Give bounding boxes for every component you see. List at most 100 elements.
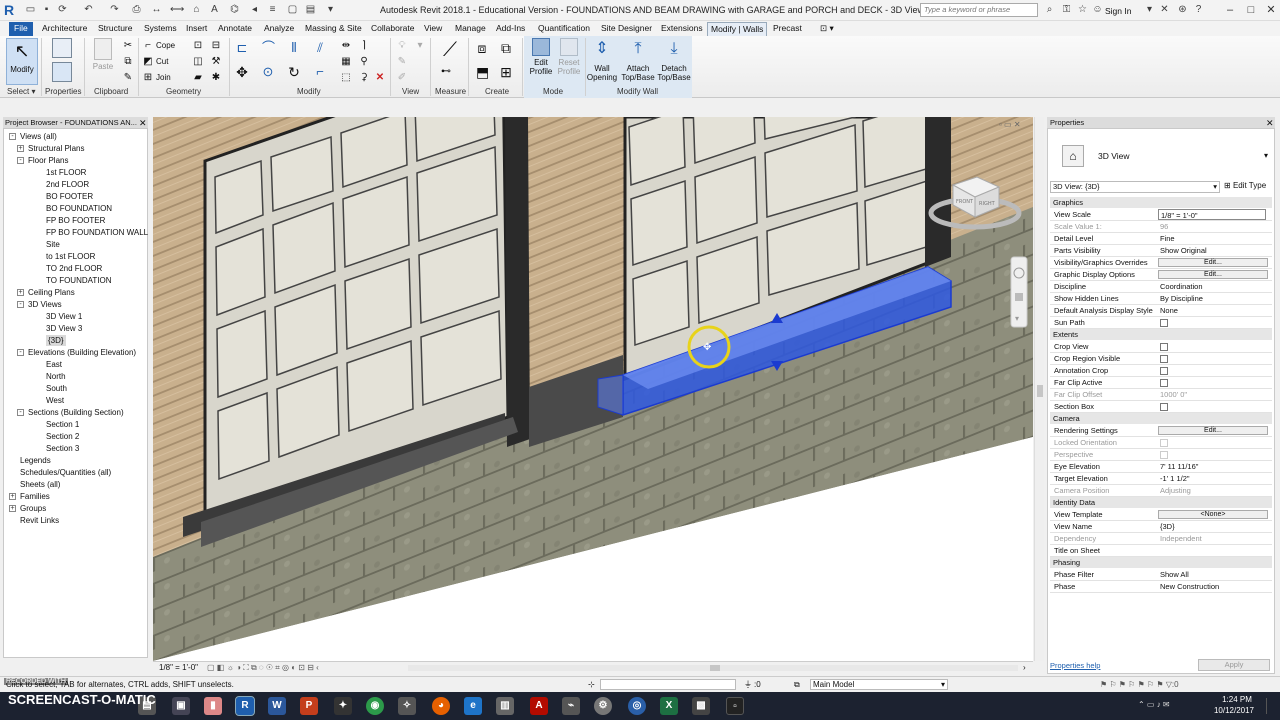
tab-view[interactable]: View — [421, 22, 445, 36]
design-options-icon[interactable]: ⧉ — [794, 677, 800, 692]
create-assembly-icon[interactable]: ⧈ — [476, 41, 488, 55]
excel-icon[interactable]: X — [660, 697, 678, 715]
tree-item[interactable]: BO FOOTER — [46, 191, 93, 202]
text-icon[interactable]: A — [208, 3, 221, 16]
subscription-icon[interactable]: ⚿ — [1060, 3, 1073, 16]
print-icon[interactable]: ⎙ — [130, 3, 143, 16]
instance-selector[interactable]: 3D View: {3D} ▾ — [1050, 181, 1220, 193]
navigation-bar[interactable]: ▾ — [1010, 256, 1028, 328]
tree-item[interactable]: Site — [46, 239, 60, 250]
worksharing-icon[interactable]: ⊹ — [588, 677, 595, 692]
tree-item[interactable]: Ceiling Plans — [28, 287, 75, 298]
tab-site-designer[interactable]: Site Designer — [598, 22, 655, 36]
tree-item[interactable]: to 1st FLOOR — [46, 251, 95, 262]
tree-item[interactable]: Views (all) — [20, 131, 57, 142]
user-icon[interactable]: ☺ — [1091, 3, 1104, 16]
join-icon[interactable]: ⊞ — [142, 72, 154, 84]
copy-element-icon[interactable]: ⊙ — [262, 65, 274, 78]
workset-dropdown[interactable] — [600, 679, 736, 690]
property-value[interactable]: {3D} — [1160, 521, 1268, 532]
tree-toggle-icon[interactable]: - — [17, 349, 24, 356]
demolish-icon[interactable]: ⚒ — [210, 56, 222, 68]
firefox-icon[interactable]: ◕ — [432, 697, 450, 715]
tree-item[interactable]: Section 1 — [46, 419, 79, 430]
property-value[interactable]: Show All — [1160, 569, 1268, 580]
tree-item[interactable]: Sections (Building Section) — [28, 407, 124, 418]
tree-item[interactable]: Groups — [20, 503, 46, 514]
tab-file[interactable]: File — [9, 22, 33, 36]
active-design-option[interactable]: Main Model ▾ — [810, 679, 948, 690]
property-value[interactable]: Fine — [1160, 233, 1268, 244]
search-icon[interactable]: ⌕ — [1043, 3, 1056, 16]
tree-item[interactable]: 2nd FLOOR — [46, 179, 89, 190]
tree-item[interactable]: North — [46, 371, 66, 382]
tree-item[interactable]: Section 3 — [46, 443, 79, 454]
select-dropdown[interactable]: Select ▾ — [7, 87, 35, 96]
revit-logo-icon[interactable]: R — [4, 2, 19, 18]
override-graphics-icon[interactable]: ✎ — [396, 56, 408, 68]
create-group-icon[interactable]: ⬒ — [476, 65, 489, 79]
folder-icon[interactable]: ▥ — [496, 697, 514, 715]
powerpoint-icon[interactable]: P — [300, 697, 318, 715]
rotate-icon[interactable]: ↻ — [288, 65, 300, 79]
tab-add-ins[interactable]: Add-Ins — [493, 22, 528, 36]
tree-item[interactable]: 3D View 1 — [46, 311, 82, 322]
section-icon[interactable]: ◂ — [248, 3, 261, 16]
revit-taskbar-icon[interactable]: R — [235, 696, 255, 716]
apply-button[interactable]: Apply — [1198, 659, 1270, 671]
view-scale[interactable]: 1/8" = 1'-0" — [159, 662, 198, 673]
edge-icon[interactable]: e — [464, 697, 482, 715]
help-search-input[interactable]: Type a keyword or phrase — [920, 3, 1038, 17]
tab-architecture[interactable]: Architecture — [39, 22, 90, 36]
move-icon[interactable]: ✥ — [236, 65, 248, 79]
customize-qat-icon[interactable]: ▾ — [324, 3, 337, 16]
mirror-draw-icon[interactable]: ⫽ — [314, 41, 326, 54]
tree-item[interactable]: South — [46, 383, 67, 394]
tab-analyze[interactable]: Analyze — [261, 22, 297, 36]
view-control-icons[interactable]: ▢ ◧ ☼ ◑ ⛶ ⧉ ◌ ☉ ⌗ ◎ ◐ ⊡ ⊟ ‹ — [207, 662, 319, 673]
tree-item[interactable]: BO FOUNDATION — [46, 203, 112, 214]
tree-toggle-icon[interactable]: - — [17, 409, 24, 416]
selection-filter-icons[interactable]: ⚑ ⚐ ⚑ ⚐ ⚑ ⚐ ⚑ ▽:0 — [1100, 677, 1179, 692]
tree-toggle-icon[interactable]: + — [17, 145, 24, 152]
tree-toggle-icon[interactable]: - — [17, 157, 24, 164]
join-button[interactable]: Join — [156, 73, 171, 82]
filter-icon[interactable]: ⏚ — [744, 677, 752, 692]
property-checkbox[interactable] — [1160, 319, 1168, 327]
app-icon-2[interactable]: ▩ — [692, 697, 710, 715]
viewport-vertical-scrollbar[interactable] — [1034, 117, 1044, 661]
match-properties-icon[interactable]: ✎ — [122, 72, 134, 84]
default-3d-icon[interactable]: ⌬ — [228, 3, 241, 16]
tree-item[interactable]: FP BO FOOTER — [46, 215, 105, 226]
property-checkbox[interactable] — [1160, 367, 1168, 375]
property-checkbox[interactable] — [1160, 379, 1168, 387]
cut-geometry-icon[interactable]: ◩ — [142, 56, 154, 68]
linework-icon[interactable]: ✐ — [396, 72, 408, 84]
tab-modify-walls[interactable]: Modify | Walls — [707, 22, 768, 36]
maximize-button[interactable]: □ — [1243, 2, 1259, 18]
property-edit-button[interactable]: Edit... — [1158, 258, 1268, 267]
property-checkbox[interactable] — [1160, 355, 1168, 363]
show-desktop-button[interactable] — [1266, 698, 1276, 714]
properties-button[interactable] — [46, 62, 78, 84]
tree-toggle-icon[interactable]: - — [17, 301, 24, 308]
property-value[interactable]: -1' 1 1/2" — [1160, 473, 1268, 484]
edit-profile-button[interactable]: Edit Profile — [528, 38, 554, 76]
tree-item[interactable]: West — [46, 395, 64, 406]
reset-profile-button[interactable]: Reset Profile — [556, 38, 582, 76]
split-icon[interactable]: ⇹ — [340, 40, 352, 52]
tree-item[interactable]: Families — [20, 491, 50, 502]
tree-item[interactable]: Section 2 — [46, 431, 79, 442]
array-icon[interactable]: ▦ — [340, 56, 352, 68]
tab-insert[interactable]: Insert — [183, 22, 210, 36]
property-group-header[interactable]: Extents — [1050, 329, 1272, 340]
cope-icon[interactable]: ⌐ — [142, 40, 154, 52]
paste-button[interactable]: Paste — [90, 38, 116, 71]
tree-toggle-icon[interactable]: + — [17, 289, 24, 296]
help-icon[interactable]: ? — [1192, 3, 1205, 16]
tag-icon[interactable]: ⌂ — [190, 3, 203, 16]
a360-icon[interactable]: ⊛ — [1176, 3, 1189, 16]
cut-geometry-button[interactable]: Cut — [156, 57, 168, 66]
tree-item[interactable]: East — [46, 359, 62, 370]
tree-item[interactable]: 1st FLOOR — [46, 167, 86, 178]
